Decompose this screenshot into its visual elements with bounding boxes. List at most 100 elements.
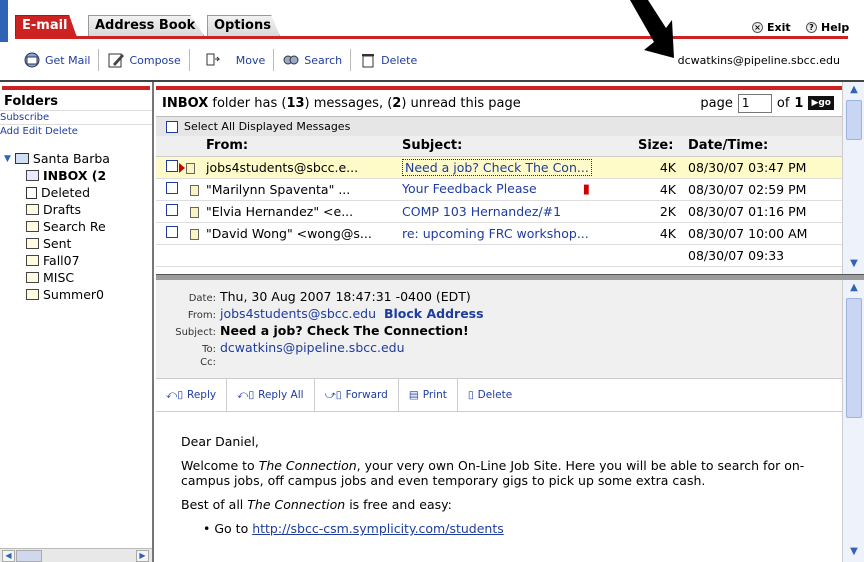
folder-misc[interactable]: MISC xyxy=(0,269,152,286)
row-checkbox[interactable] xyxy=(166,203,178,216)
scroll-right-icon[interactable]: ▶ xyxy=(136,550,149,562)
message-list-pane: INBOX folder has (13) messages, (2) unre… xyxy=(156,82,842,274)
add-edit-delete-links[interactable]: Add Edit Delete xyxy=(0,124,152,138)
block-address-link[interactable]: Block Address xyxy=(384,306,484,321)
trash-icon xyxy=(362,54,375,68)
row-subject[interactable]: Need a job? Check The Con... xyxy=(402,156,638,179)
body-greeting: Dear Daniel, xyxy=(181,434,259,449)
folder-inbox[interactable]: INBOX (2 xyxy=(0,167,152,184)
header-from-row: From: jobs4students@sbcc.edu Block Addres… xyxy=(156,306,842,323)
reply-all-button[interactable]: ⤺▯ Reply All xyxy=(227,378,315,412)
scroll-thumb[interactable] xyxy=(846,100,862,140)
trash-icon xyxy=(26,186,37,199)
row-size: 4K xyxy=(638,222,682,245)
row-checkbox[interactable] xyxy=(166,159,178,172)
select-all-checkbox[interactable] xyxy=(166,120,178,133)
table-row[interactable]: jobs4students@sbcc.e... Need a job? Chec… xyxy=(156,156,842,179)
expand-icon[interactable]: ▼ xyxy=(4,154,11,164)
folder-label: Sent xyxy=(43,236,72,251)
subject-link[interactable]: Need a job? Check The Con... xyxy=(402,158,592,176)
body-bullet: • Go to http://sbcc-csm.symplicity.com/s… xyxy=(203,521,504,536)
row-size: 4K xyxy=(638,156,682,179)
body-emphasis: The Connection xyxy=(247,497,346,512)
message-table: From: Subject: Size: Date/Time: jobs4stu… xyxy=(156,136,842,267)
col-subject[interactable]: Subject: xyxy=(402,136,638,157)
from-link[interactable]: jobs4students@sbcc.edu xyxy=(220,306,376,321)
folder-summer[interactable]: Summer0 xyxy=(0,286,152,303)
folder-label: Search Re xyxy=(43,219,106,234)
page-input[interactable]: 1 xyxy=(737,93,772,113)
print-icon: ▤ xyxy=(408,389,419,401)
date-value: Thu, 30 Aug 2007 18:47:31 -0400 (EDT) xyxy=(220,289,471,304)
subject-link[interactable]: Your Feedback Please xyxy=(402,181,537,196)
folder-drafts[interactable]: Drafts xyxy=(0,201,152,218)
reply-button[interactable]: ⤺▯ Reply xyxy=(156,378,228,412)
col-from[interactable]: From: xyxy=(206,136,402,157)
folder-search-results[interactable]: Search Re xyxy=(0,218,152,235)
forward-button[interactable]: ⤻▯ Forward xyxy=(315,378,399,412)
symplicity-link[interactable]: http://sbcc-csm.symplicity.com/students xyxy=(252,521,504,536)
row-from: "David Wong" <wong@s... xyxy=(206,222,402,245)
col-size[interactable]: Size: xyxy=(638,136,682,157)
row-subject[interactable] xyxy=(402,244,638,267)
select-all-label: Select All Displayed Messages xyxy=(184,120,351,133)
scroll-up-icon[interactable]: ▲ xyxy=(846,282,862,296)
header-cc-row: Cc: xyxy=(156,357,842,374)
row-subject[interactable]: re: upcoming FRC workshop... xyxy=(402,222,638,245)
move-button[interactable]: Move xyxy=(190,49,275,71)
exit-button[interactable]: × Exit xyxy=(752,21,791,34)
folder-deleted[interactable]: Deleted xyxy=(0,184,152,201)
folder-icon xyxy=(26,255,39,266)
delete-message-button[interactable]: ▯ Delete xyxy=(458,378,522,412)
get-mail-label: Get Mail xyxy=(45,53,91,67)
table-row[interactable]: "Elvia Hernandez" <e... COMP 103 Hernand… xyxy=(156,200,842,223)
row-checkbox[interactable] xyxy=(166,225,178,238)
delete-button[interactable]: Delete xyxy=(351,49,425,71)
folder-fall07[interactable]: Fall07 xyxy=(0,252,152,269)
scroll-down-icon[interactable]: ▼ xyxy=(846,258,862,272)
message-actions: ⤺▯ Reply ⤺▯ Reply All ⤻▯ Forward ▤ Print ▯ De… xyxy=(156,378,842,412)
tab-options[interactable]: Options xyxy=(207,15,280,36)
table-row[interactable]: "Marilynn Spaventa" ... Your Feedback Pl… xyxy=(156,178,842,201)
scroll-thumb[interactable] xyxy=(16,550,42,562)
inbox-icon xyxy=(26,170,39,181)
row-subject[interactable]: Your Feedback Please ▮ xyxy=(402,178,638,201)
row-checkbox[interactable] xyxy=(166,181,178,194)
scroll-up-icon[interactable]: ▲ xyxy=(846,84,862,98)
preview-vscrollbar[interactable]: ▲ ▼ xyxy=(842,280,864,562)
help-label: Help xyxy=(821,21,850,34)
folders-hscrollbar[interactable]: ◀ ▶ xyxy=(0,548,152,562)
top-tab-bar: E-mail Address Book Options × Exit ? Hel… xyxy=(0,0,864,58)
compose-button[interactable]: Compose xyxy=(99,49,190,71)
reply-label: Reply xyxy=(187,389,217,401)
search-button[interactable]: Search xyxy=(274,49,352,71)
table-row[interactable]: 08/30/07 09:33 xyxy=(156,244,842,267)
list-vscrollbar[interactable]: ▲ ▼ xyxy=(842,82,864,274)
col-date[interactable]: Date/Time: xyxy=(682,136,842,157)
go-button[interactable]: ▶go xyxy=(808,96,834,110)
from-label: From: xyxy=(187,310,216,321)
tab-address-book[interactable]: Address Book xyxy=(88,15,205,36)
folder-root[interactable]: ▼ Santa Barba xyxy=(0,150,152,167)
subscribe-link[interactable]: Subscribe xyxy=(0,110,152,124)
scroll-left-icon[interactable]: ◀ xyxy=(2,550,15,562)
help-button[interactable]: ? Help xyxy=(806,21,849,34)
folder-sent[interactable]: Sent xyxy=(0,235,152,252)
tab-email[interactable]: E-mail xyxy=(15,15,77,36)
body-emphasis: The Connection xyxy=(258,458,357,473)
trash-icon: ▯ xyxy=(467,389,474,401)
print-button[interactable]: ▤ Print xyxy=(399,378,458,412)
folder-icon xyxy=(26,272,39,283)
table-row[interactable]: "David Wong" <wong@s... re: upcoming FRC… xyxy=(156,222,842,245)
row-subject[interactable]: COMP 103 Hernandez/#1 xyxy=(402,200,638,223)
help-icon: ? xyxy=(806,22,817,33)
get-mail-button[interactable]: Get Mail xyxy=(15,49,100,71)
select-all-row[interactable]: Select All Displayed Messages xyxy=(156,116,842,136)
row-date: 08/30/07 03:47 PM xyxy=(682,156,842,179)
to-link[interactable]: dcwatkins@pipeline.sbcc.edu xyxy=(220,340,405,355)
body-paragraph: Best of all The Connection is free and e… xyxy=(181,497,842,512)
scroll-down-icon[interactable]: ▼ xyxy=(846,546,862,560)
scroll-thumb[interactable] xyxy=(846,298,862,418)
table-header: From: Subject: Size: Date/Time: xyxy=(156,136,842,157)
folder-icon xyxy=(26,204,39,215)
